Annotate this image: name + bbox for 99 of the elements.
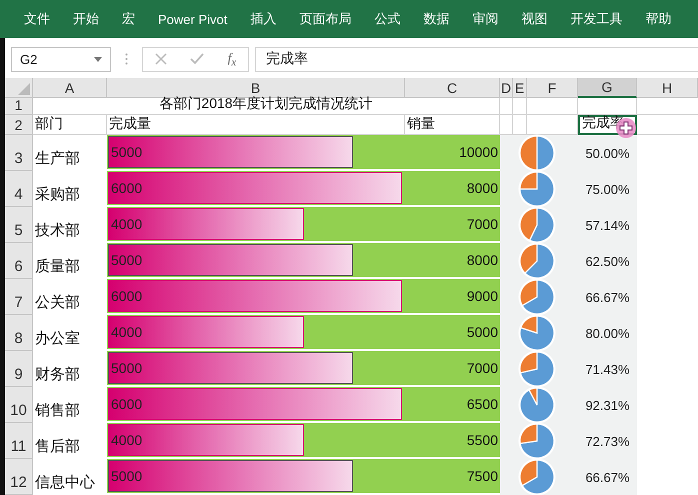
- ribbon-tab[interactable]: 帮助: [645, 10, 672, 28]
- data-bar: 5000: [108, 352, 353, 384]
- table-cell-text: 财务部: [34, 365, 81, 385]
- table-cell: 71.43%: [578, 351, 637, 387]
- insert-function-button[interactable]: f$_{x}$: [228, 50, 236, 68]
- table-cell-text: 公关部: [34, 293, 81, 313]
- pie-chart: [518, 422, 556, 460]
- ribbon-tab[interactable]: 公式: [374, 10, 400, 28]
- ribbon-tab[interactable]: 页面布局: [299, 10, 352, 28]
- formula-field[interactable]: 完成率: [255, 46, 698, 72]
- sheet-title: 各部门2018年度计划完成情况统计: [33, 98, 500, 115]
- table-cell: 7000: [405, 351, 500, 387]
- pie-chart: [518, 314, 556, 352]
- table-cell-text: 办公室: [34, 329, 81, 349]
- table-cell: 66.67%: [578, 279, 637, 315]
- table-cell-text: 采购部: [34, 185, 81, 205]
- data-bar: 5000: [108, 460, 353, 492]
- row-number[interactable]: 10: [5, 387, 33, 423]
- data-bar: 5000: [108, 136, 353, 168]
- ribbon-tab[interactable]: Power Pivot: [158, 12, 228, 26]
- table-cell: 部门: [33, 115, 107, 135]
- row-number[interactable]: 5: [5, 207, 33, 243]
- data-bar: 6000: [108, 172, 402, 204]
- row-number[interactable]: 1: [5, 98, 33, 115]
- table-cell: 62.50%: [578, 243, 637, 279]
- pie-chart: [518, 278, 556, 316]
- table-cell: 50.00%: [578, 135, 637, 171]
- cancel-icon[interactable]: [154, 53, 167, 65]
- table-cell: 8000: [405, 243, 500, 279]
- table-cell: 7000: [405, 207, 500, 243]
- table-cell: 7500: [405, 459, 500, 495]
- pie-chart: [518, 206, 556, 244]
- pie-slice: [519, 207, 538, 241]
- column-header[interactable]: D: [500, 78, 513, 98]
- drag-handle-icon[interactable]: [125, 53, 128, 65]
- column-header[interactable]: E: [513, 78, 527, 98]
- ribbon-tab[interactable]: 开始: [73, 10, 99, 28]
- pie-chart: [518, 242, 556, 280]
- ribbon-tab[interactable]: 文件: [24, 10, 50, 28]
- row-number[interactable]: 4: [5, 171, 33, 207]
- table-cell-text: 生产部: [34, 149, 81, 169]
- data-bar: 6000: [108, 280, 402, 312]
- data-bar: 4000: [108, 424, 304, 456]
- column-header[interactable]: H: [637, 78, 698, 98]
- row-number[interactable]: 9: [5, 351, 33, 387]
- table-cell: 5500: [405, 423, 500, 459]
- table-cell: 66.67%: [578, 459, 637, 495]
- ribbon-tab[interactable]: 审阅: [472, 10, 498, 28]
- caret-icon: [94, 56, 102, 62]
- column-header[interactable]: G: [578, 78, 637, 98]
- data-bar: 4000: [108, 208, 304, 240]
- data-bar: 6000: [108, 388, 402, 420]
- pie-chart: [518, 386, 556, 424]
- pie-chart: [518, 350, 556, 388]
- table-cell: 10000: [405, 135, 500, 171]
- column-header[interactable]: C: [405, 78, 500, 98]
- data-bar: 4000: [108, 316, 304, 348]
- check-icon[interactable]: [190, 53, 204, 65]
- ribbon-tab[interactable]: 宏: [122, 10, 135, 28]
- table-cell: 9000: [405, 279, 500, 315]
- column-header[interactable]: F: [527, 78, 578, 98]
- row-number[interactable]: 11: [5, 423, 33, 459]
- pie-chart: [518, 134, 556, 172]
- row-number[interactable]: 8: [5, 315, 33, 351]
- table-cell: 5000: [405, 315, 500, 351]
- ribbon-tab[interactable]: 数据: [423, 10, 450, 28]
- pie-chart: [518, 458, 556, 495]
- pie-slice: [536, 135, 555, 171]
- table-cell: 75.00%: [578, 171, 637, 207]
- pie-slice: [524, 243, 555, 279]
- pie-slice: [519, 135, 538, 171]
- table-cell-text: 技术部: [34, 221, 81, 241]
- table-cell: 57.14%: [578, 207, 637, 243]
- table-cell: 92.31%: [578, 387, 637, 423]
- pie-slice: [519, 243, 538, 274]
- table-cell: 80.00%: [578, 315, 637, 351]
- pie-slice: [519, 459, 538, 486]
- name-box[interactable]: G2: [11, 46, 111, 72]
- select-all-icon[interactable]: [18, 83, 30, 95]
- row-number[interactable]: 6: [5, 243, 33, 279]
- data-bar: 5000: [108, 244, 353, 276]
- row-number[interactable]: 12: [5, 459, 33, 495]
- table-cell-text: 质量部: [34, 257, 81, 277]
- ribbon-tab[interactable]: 插入: [250, 10, 276, 28]
- ribbon-tab[interactable]: 视图: [521, 10, 548, 28]
- table-cell-text: 信息中心: [34, 473, 96, 493]
- table-cell: 72.73%: [578, 423, 637, 459]
- row-number[interactable]: 7: [5, 279, 33, 315]
- ribbon-tab[interactable]: 开发工具: [570, 10, 622, 28]
- column-header[interactable]: A: [33, 78, 107, 98]
- table-cell-text: 售后部: [34, 437, 81, 457]
- pie-slice: [519, 279, 538, 306]
- pie-slice: [529, 207, 555, 243]
- table-cell: 8000: [405, 171, 500, 207]
- row-number[interactable]: 3: [5, 135, 33, 171]
- empty-cell: [527, 98, 578, 115]
- row-number[interactable]: 2: [5, 115, 33, 135]
- table-cell: 6500: [405, 387, 500, 423]
- table-cell-text: 销售部: [34, 401, 81, 421]
